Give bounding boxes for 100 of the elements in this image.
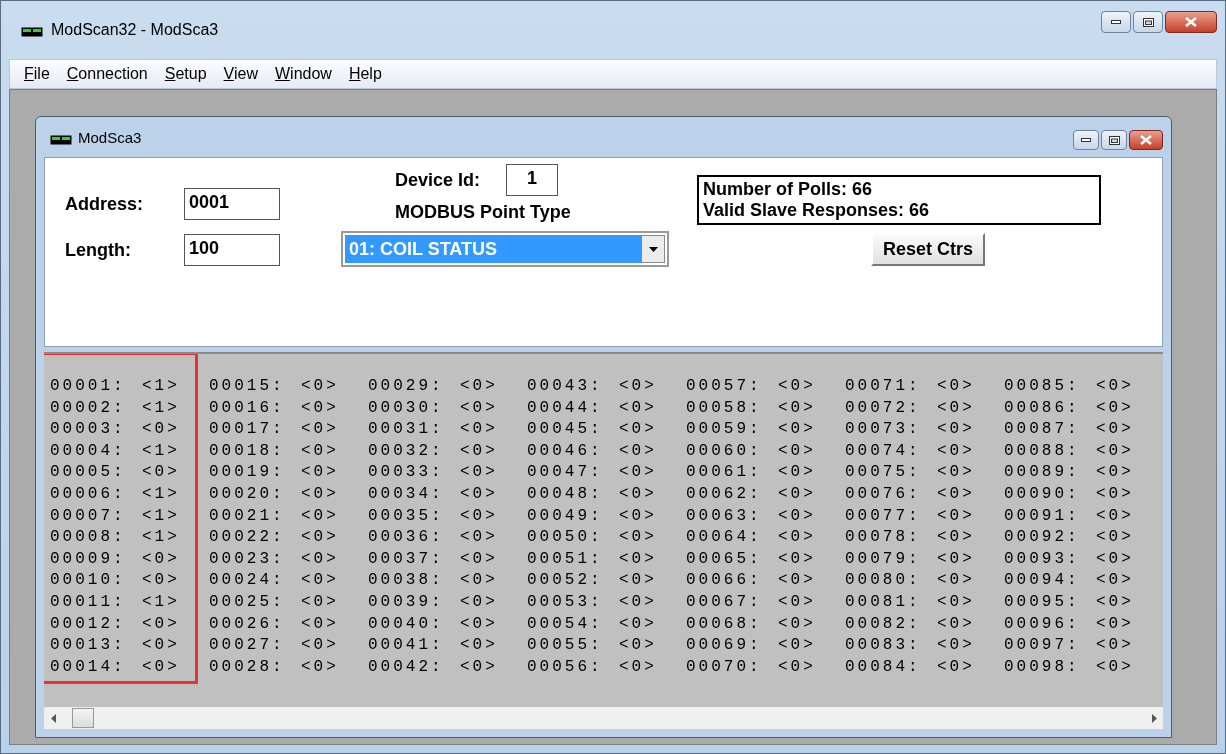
menu-item[interactable]: View bbox=[217, 65, 269, 83]
register-address: 00050: bbox=[527, 527, 604, 549]
register-address: 00019: bbox=[209, 462, 286, 484]
app-icon bbox=[50, 135, 72, 145]
register-value: <1> bbox=[142, 440, 180, 462]
register-value: <0> bbox=[619, 376, 657, 397]
reset-button[interactable]: Reset Ctrs bbox=[871, 233, 986, 266]
register-address: 00057: bbox=[686, 376, 763, 397]
maximize-icon bbox=[1108, 135, 1120, 145]
register-value: <0> bbox=[619, 527, 657, 549]
register-address: 00045: bbox=[527, 419, 604, 441]
register-value: <0> bbox=[1096, 440, 1134, 462]
scroll-thumb[interactable] bbox=[72, 708, 94, 728]
register-value: <0> bbox=[142, 613, 180, 635]
register-value: <0> bbox=[619, 613, 657, 635]
register-value: <0> bbox=[937, 527, 975, 549]
register-address: 00059: bbox=[686, 419, 763, 441]
register-value: <0> bbox=[937, 613, 975, 635]
horizontal-scrollbar[interactable] bbox=[44, 707, 1163, 729]
register-value: <0> bbox=[1096, 656, 1134, 678]
register-address: 00090: bbox=[1004, 483, 1081, 505]
register-address: 00075: bbox=[845, 462, 922, 484]
register-value: <0> bbox=[619, 656, 657, 678]
register-address: 00024: bbox=[209, 570, 286, 592]
register-address: 00042: bbox=[368, 656, 445, 678]
register-address: 00046: bbox=[527, 440, 604, 462]
register-address: 00034: bbox=[368, 483, 445, 505]
register-value: <0> bbox=[142, 548, 180, 570]
register-address: 00043: bbox=[527, 376, 604, 397]
register-address: 00047: bbox=[527, 462, 604, 484]
register-address: 00009: bbox=[50, 548, 127, 570]
register-address: 00055: bbox=[527, 635, 604, 657]
register-address: 00006: bbox=[50, 483, 127, 505]
register-value: <0> bbox=[1096, 635, 1134, 657]
register-address: 00018: bbox=[209, 440, 286, 462]
register-value: <0> bbox=[142, 635, 180, 657]
register-address: 00037: bbox=[368, 548, 445, 570]
maximize-button[interactable] bbox=[1101, 130, 1127, 150]
register-address: 00078: bbox=[845, 527, 922, 549]
register-value: <0> bbox=[460, 462, 498, 484]
register-address: 00039: bbox=[368, 591, 445, 613]
register-value: <0> bbox=[1096, 570, 1134, 592]
register-address: 00087: bbox=[1004, 419, 1081, 441]
register-value: <0> bbox=[778, 419, 816, 441]
register-value: <0> bbox=[301, 397, 339, 419]
register-value: <1> bbox=[142, 376, 180, 397]
register-address: 00030: bbox=[368, 397, 445, 419]
register-address: 00026: bbox=[209, 613, 286, 635]
register-value: <0> bbox=[460, 570, 498, 592]
register-address: 00079: bbox=[845, 548, 922, 570]
register-address: 00032: bbox=[368, 440, 445, 462]
register-address: 00093: bbox=[1004, 548, 1081, 570]
register-address: 00095: bbox=[1004, 591, 1081, 613]
register-address: 00063: bbox=[686, 505, 763, 527]
register-value: <0> bbox=[460, 591, 498, 613]
register-address: 00051: bbox=[527, 548, 604, 570]
register-address: 00072: bbox=[845, 397, 922, 419]
register-value: <0> bbox=[301, 462, 339, 484]
register-value: <0> bbox=[778, 483, 816, 505]
register-value: <0> bbox=[778, 440, 816, 462]
minimize-button[interactable] bbox=[1073, 130, 1099, 150]
close-button[interactable] bbox=[1129, 130, 1163, 150]
register-value: <0> bbox=[778, 505, 816, 527]
register-value: <0> bbox=[1096, 548, 1134, 570]
register-value: <0> bbox=[778, 462, 816, 484]
register-value: <0> bbox=[937, 483, 975, 505]
register-address: 00068: bbox=[686, 613, 763, 635]
register-value: <0> bbox=[460, 613, 498, 635]
menu-item[interactable]: Help bbox=[342, 65, 393, 83]
maximize-button[interactable] bbox=[1133, 11, 1163, 33]
register-address: 00085: bbox=[1004, 376, 1081, 397]
register-value: <0> bbox=[301, 376, 339, 397]
register-address: 00029: bbox=[368, 376, 445, 397]
register-address: 00040: bbox=[368, 613, 445, 635]
register-address: 00044: bbox=[527, 397, 604, 419]
app-icon bbox=[21, 27, 43, 37]
register-address: 00094: bbox=[1004, 570, 1081, 592]
register-value: <0> bbox=[1096, 397, 1134, 419]
register-value: <0> bbox=[301, 505, 339, 527]
menu-item[interactable]: File bbox=[18, 65, 61, 83]
register-value: <0> bbox=[937, 397, 975, 419]
device-id-field[interactable]: 1 bbox=[506, 164, 559, 196]
register-value: <0> bbox=[1096, 613, 1134, 635]
register-value: <0> bbox=[1096, 527, 1134, 549]
register-value: <0> bbox=[301, 440, 339, 462]
register-value: <0> bbox=[301, 591, 339, 613]
menu-item[interactable]: Window bbox=[268, 65, 343, 83]
minimize-button[interactable] bbox=[1101, 11, 1131, 33]
register-value: <0> bbox=[937, 419, 975, 441]
register-address: 00086: bbox=[1004, 397, 1081, 419]
length-field[interactable]: 100 bbox=[184, 234, 280, 266]
register-address: 00002: bbox=[50, 397, 127, 419]
menu-item[interactable]: Connection bbox=[60, 65, 159, 83]
register-value: <0> bbox=[301, 527, 339, 549]
address-field[interactable]: 0001 bbox=[184, 188, 280, 220]
register-address: 00053: bbox=[527, 591, 604, 613]
register-address: 00054: bbox=[527, 613, 604, 635]
register-value: <0> bbox=[778, 376, 816, 397]
close-button[interactable] bbox=[1165, 11, 1217, 33]
menu-item[interactable]: Setup bbox=[158, 65, 218, 83]
